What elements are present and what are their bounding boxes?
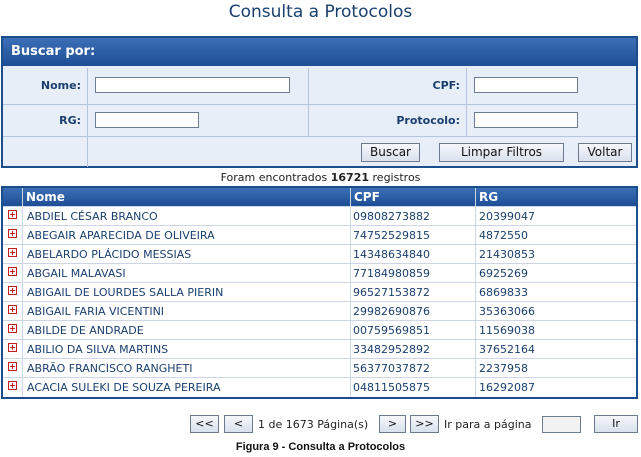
table-row[interactable]: ABDIEL CÉSAR BRANCO 09808273882 20399047 xyxy=(3,206,636,226)
results-number: 16721 xyxy=(330,171,370,184)
results-table: Nome CPF RG ABDIEL CÉSAR BRANCO 098082738… xyxy=(1,186,638,399)
rg-input[interactable] xyxy=(95,112,199,128)
rg-label: RG: xyxy=(59,114,81,127)
results-count: Foram encontrados 16721 registros xyxy=(0,171,641,184)
search-row-actions: Buscar Limpar Filtros Voltar xyxy=(3,136,636,167)
expand-icon[interactable] xyxy=(8,324,17,333)
cell-nome: ABGAIL MALAVASI xyxy=(27,267,126,280)
table-row[interactable]: ABIGAIL FARIA VICENTINI 29982690876 353630… xyxy=(3,301,636,321)
search-row-1: Nome: CPF: xyxy=(3,68,636,104)
protocolo-input[interactable] xyxy=(474,112,578,128)
cell-nome: ABDIEL CÉSAR BRANCO xyxy=(27,210,158,223)
cell-rg: 16292087 xyxy=(479,381,535,394)
expand-icon[interactable] xyxy=(8,267,17,276)
table-row[interactable]: ABRÃO FRANCISCO RANGHETI 56377037872 22379… xyxy=(3,358,636,378)
expand-icon[interactable] xyxy=(8,248,17,257)
table-row[interactable]: ABILIO DA SILVA MARTINS 33482952892 376521… xyxy=(3,339,636,359)
goto-page-label: Ir para a página xyxy=(444,418,532,431)
expand-icon[interactable] xyxy=(8,362,17,371)
cell-rg: 2237958 xyxy=(479,362,528,375)
expand-icon[interactable] xyxy=(8,381,17,390)
expand-icon[interactable] xyxy=(8,305,17,314)
cell-cpf: 14348634840 xyxy=(353,248,430,261)
search-panel: Buscar por: Nome: CPF: RG: Protocolo: Bu… xyxy=(1,36,638,168)
table-row[interactable]: ABELARDO PLÁCIDO MESSIAS 14348634840 21430… xyxy=(3,244,636,264)
page-title: Consulta a Protocolos xyxy=(228,2,413,22)
cell-rg: 37652164 xyxy=(479,343,535,356)
cell-cpf: 74752529815 xyxy=(353,229,430,242)
cell-rg: 4872550 xyxy=(479,229,528,242)
cell-nome: ABILDE DE ANDRADE xyxy=(27,324,144,337)
first-page-button[interactable]: << xyxy=(190,415,219,433)
cell-rg: 11569038 xyxy=(479,324,535,337)
cell-cpf: 09808273882 xyxy=(353,210,430,223)
results-suffix: registros xyxy=(372,171,421,184)
buscar-button[interactable]: Buscar xyxy=(361,143,420,162)
limpar-filtros-button[interactable]: Limpar Filtros xyxy=(439,143,564,162)
cell-cpf: 56377037872 xyxy=(353,362,430,375)
search-header: Buscar por: xyxy=(3,38,636,66)
search-row-2: RG: Protocolo: xyxy=(3,104,636,137)
cell-rg: 6869833 xyxy=(479,286,528,299)
table-row[interactable]: ACACIA SULEKI DE SOUZA PEREIRA 0481150587… xyxy=(3,377,636,397)
cell-rg: 21430853 xyxy=(479,248,535,261)
column-header-cpf[interactable]: CPF xyxy=(354,190,380,204)
go-button[interactable]: Ir xyxy=(594,415,638,433)
expand-icon[interactable] xyxy=(8,286,17,295)
expand-icon[interactable] xyxy=(8,229,17,238)
column-header-nome[interactable]: Nome xyxy=(26,190,65,204)
cpf-label: CPF: xyxy=(432,79,460,92)
figure-caption: Figura 9 - Consulta a Protocolos xyxy=(235,441,406,453)
prev-page-button[interactable]: < xyxy=(224,415,253,433)
goto-page-input[interactable] xyxy=(542,416,581,433)
table-header: Nome CPF RG xyxy=(3,188,636,206)
table-row[interactable]: ABEGAIR APARECIDA DE OLIVEIRA 74752529815… xyxy=(3,225,636,245)
cell-nome: ABIGAIL FARIA VICENTINI xyxy=(27,305,165,318)
cell-cpf: 33482952892 xyxy=(353,343,430,356)
expand-icon[interactable] xyxy=(8,210,17,219)
cell-cpf: 04811505875 xyxy=(353,381,430,394)
cell-rg: 6925269 xyxy=(479,267,528,280)
nome-label: Nome: xyxy=(40,79,81,92)
cell-nome: ABIGAIL DE LOURDES SALLA PIERIN xyxy=(27,286,224,299)
cell-rg: 20399047 xyxy=(479,210,535,223)
cell-cpf: 77184980859 xyxy=(353,267,430,280)
cell-cpf: 96527153872 xyxy=(353,286,430,299)
voltar-button[interactable]: Voltar xyxy=(578,143,632,162)
table-row[interactable]: ABILDE DE ANDRADE 00759569851 11569038 xyxy=(3,320,636,340)
protocolo-label: Protocolo: xyxy=(396,114,460,127)
next-page-button[interactable]: > xyxy=(379,415,406,433)
cell-cpf: 00759569851 xyxy=(353,324,430,337)
table-row[interactable]: ABGAIL MALAVASI 77184980859 6925269 xyxy=(3,263,636,283)
cell-nome: ABEGAIR APARECIDA DE OLIVEIRA xyxy=(27,229,215,242)
cpf-input[interactable] xyxy=(474,77,578,93)
cell-cpf: 29982690876 xyxy=(353,305,430,318)
column-header-rg[interactable]: RG xyxy=(479,190,498,204)
expand-icon[interactable] xyxy=(8,343,17,352)
cell-nome: ABILIO DA SILVA MARTINS xyxy=(27,343,169,356)
page-status: 1 de 1673 Página(s) xyxy=(258,418,369,431)
cell-rg: 35363066 xyxy=(479,305,535,318)
nome-input[interactable] xyxy=(95,77,290,93)
last-page-button[interactable]: >> xyxy=(410,415,439,433)
cell-nome: ABELARDO PLÁCIDO MESSIAS xyxy=(27,248,192,261)
results-prefix: Foram encontrados xyxy=(220,171,328,184)
table-row[interactable]: ABIGAIL DE LOURDES SALLA PIERIN 965271538… xyxy=(3,282,636,302)
cell-nome: ACACIA SULEKI DE SOUZA PEREIRA xyxy=(27,381,221,394)
cell-nome: ABRÃO FRANCISCO RANGHETI xyxy=(27,362,193,375)
